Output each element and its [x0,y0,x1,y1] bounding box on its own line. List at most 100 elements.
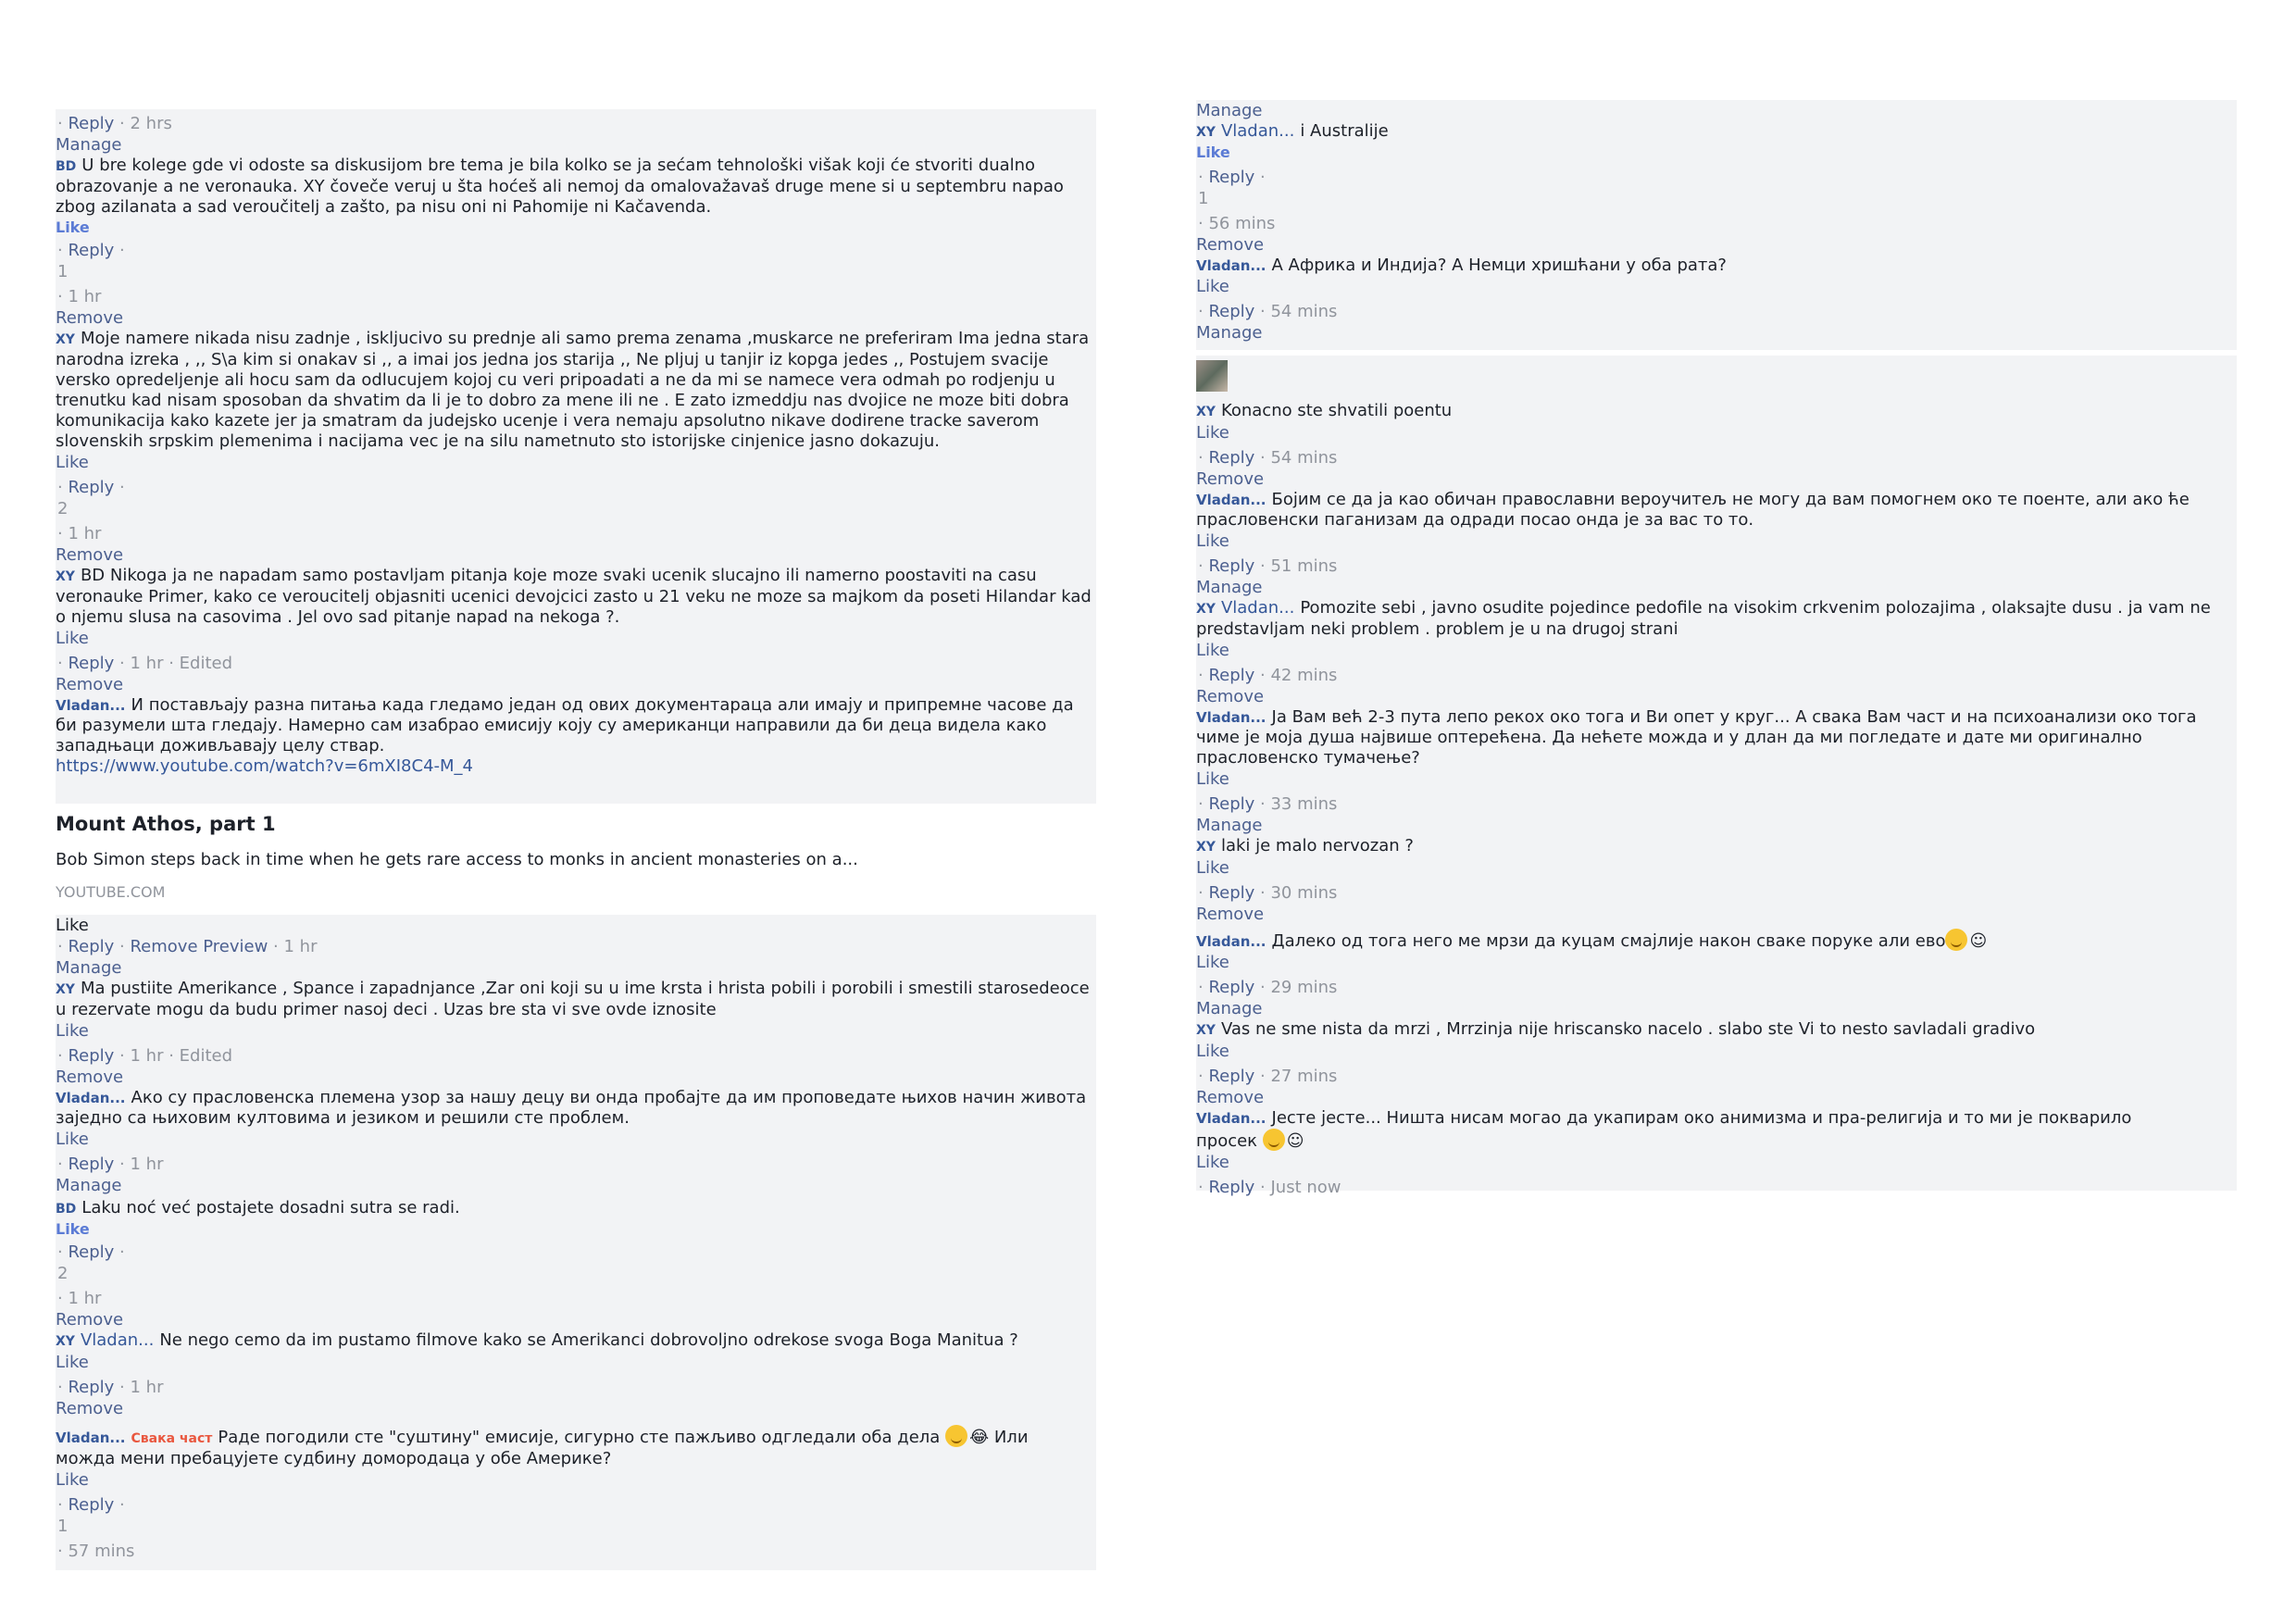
author-name[interactable]: Vladan... [56,1429,126,1446]
comment-text: Бојим се да ја као обичан православни ве… [1196,490,2190,530]
reply-link[interactable]: Reply [1208,1178,1254,1197]
comment: Vladan... Ја Вам већ 2-3 пута лепо рекох … [1196,707,2233,768]
remove-link[interactable]: Remove [56,1067,1092,1088]
like-link[interactable]: Like [1196,857,2233,879]
reply-link[interactable]: Reply [68,937,114,956]
remove-preview-link[interactable]: Remove Preview [130,937,268,956]
reply-link[interactable]: Reply [1208,448,1254,468]
comment: XY Vladan... i Australije [1196,121,2233,143]
manage-link[interactable]: Manage [1196,577,2233,598]
comment: BD Laku noć već postajete dosadni sutra s… [56,1198,1092,1219]
like-link[interactable]: Like [56,1469,1092,1491]
remove-link[interactable]: Remove [56,1398,1092,1419]
like-link[interactable]: Like [56,218,1092,238]
like-link[interactable]: Like [1196,768,2233,790]
comment: XY Vladan... Ne nego cemo da im pustamo fi… [56,1330,1092,1352]
reply-link[interactable]: Reply [1208,883,1254,903]
reply-link[interactable]: Reply [68,1378,114,1397]
link-preview-card[interactable]: Mount Athos, part 1 Bob Simon steps back… [37,804,1115,918]
like-link[interactable]: Like [56,1219,1092,1240]
reply-link[interactable]: Reply [68,1242,114,1262]
like-link[interactable]: Like [56,628,1092,649]
preview-description: Bob Simon steps back in time when he get… [56,850,858,869]
like-link[interactable]: Like [56,1352,1092,1373]
comment-actions: · Reply · 1 hr · Edited [57,1046,232,1066]
reaction-count: 1 [1198,189,1209,208]
remove-link[interactable]: Remove [1196,234,2233,256]
comment-actions: · Reply · [57,478,125,497]
reply-link[interactable]: Reply [68,1495,114,1515]
comment: BD U bre kolege gde vi odoste sa diskusij… [56,156,1092,218]
manage-link[interactable]: Manage [1196,322,2233,343]
reaction-count: 1 [57,1517,69,1536]
remove-link[interactable]: Remove [56,1309,1092,1330]
like-link[interactable]: Like [1196,276,2233,297]
like-link[interactable]: Like [1196,531,2233,552]
like-link[interactable]: Like [56,452,1092,473]
reply-link[interactable]: Reply [1208,1067,1254,1086]
manage-link[interactable]: Manage [1196,815,2233,836]
mention-link[interactable]: Vladan... [81,1330,154,1350]
preview-title[interactable]: Mount Athos, part 1 [56,809,1096,839]
reply-link[interactable]: Reply [68,654,114,673]
author-name[interactable]: Vladan... [1196,492,1267,508]
remove-link[interactable]: Remove [1196,468,2233,490]
author-name[interactable]: Vladan... [56,697,126,714]
like-link[interactable]: Like [56,1129,1092,1150]
reply-link[interactable]: Reply [1208,168,1254,187]
remove-link[interactable]: Remove [56,674,1092,695]
author-name[interactable]: Vladan... [1196,933,1267,950]
like-link[interactable]: Like [1196,952,2233,973]
remove-link[interactable]: Remove [1196,1087,2233,1108]
like-link[interactable]: Like [1196,1041,2233,1062]
manage-link[interactable]: Manage [56,957,1092,979]
like-link[interactable]: Like [56,915,1092,936]
comment-actions: · Reply · [57,241,125,260]
avatar-initials: XY [56,332,75,347]
timestamp: · 1 hr [57,287,102,306]
reply-link[interactable]: Reply [1208,556,1254,576]
comment: Vladan... И постављају разна питања када … [56,695,1092,756]
reply-link[interactable]: Reply [68,241,114,260]
like-link[interactable]: Like [56,1020,1092,1042]
remove-link[interactable]: Remove [56,544,1092,566]
remove-link[interactable]: Remove [1196,904,2233,925]
comment-text: laki je malo nervozan ? [1220,836,1414,855]
comment-actions: · Reply · 54 mins [1198,302,1338,321]
comment-text: Pomozite sebi , javno osudite pojedince … [1196,598,2211,639]
like-link[interactable]: Like [1196,143,2233,163]
remove-link[interactable]: Remove [1196,686,2233,707]
comment-tag: Свака част [131,1431,213,1446]
reply-link[interactable]: Reply [68,478,114,497]
avatar[interactable] [1196,360,1228,392]
like-link[interactable]: Like [1196,1152,2233,1173]
manage-link[interactable]: Manage [56,1175,1092,1196]
reply-link[interactable]: Reply [1208,666,1254,685]
comment-actions: · Reply · [57,1495,125,1515]
reply-link[interactable]: Reply [68,114,114,133]
smile-icon: ☺ [1286,1131,1304,1151]
reply-link[interactable]: Reply [68,1155,114,1174]
reaction-count: 2 [57,1264,69,1283]
author-name[interactable]: Vladan... [1196,257,1267,274]
mention-link[interactable]: Vladan... [1221,598,1294,618]
author-name[interactable]: Vladan... [56,1090,126,1106]
like-link[interactable]: Like [1196,640,2233,661]
remove-link[interactable]: Remove [56,307,1092,329]
comment-text: Laku noć već postajete dosadni sutra se … [81,1198,460,1217]
manage-link[interactable]: Manage [1196,100,2233,121]
manage-link[interactable]: Manage [56,134,1092,156]
mention-link[interactable]: Vladan... [1221,121,1294,141]
comment-actions: · Reply · 1 hr [57,1378,164,1397]
author-name[interactable]: Vladan... [1196,1110,1267,1127]
author-name[interactable]: Vladan... [1196,709,1267,726]
timestamp: · 1 hr [57,524,102,543]
manage-link[interactable]: Manage [1196,998,2233,1019]
youtube-link[interactable]: https://www.youtube.com/watch?v=6mXI8C4-… [56,756,1092,777]
reply-link[interactable]: Reply [1208,794,1254,814]
like-link[interactable]: Like [1196,422,2233,443]
timestamp: · 57 mins [57,1542,135,1561]
reply-link[interactable]: Reply [1208,978,1254,997]
reply-link[interactable]: Reply [68,1046,114,1066]
reply-link[interactable]: Reply [1208,302,1254,321]
